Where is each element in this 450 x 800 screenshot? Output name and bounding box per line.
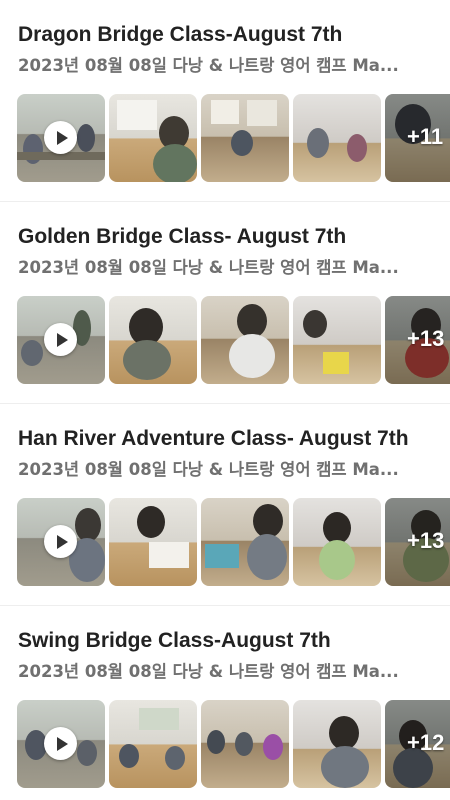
photo-thumbnail[interactable] bbox=[109, 700, 197, 788]
more-photos-count: +13 bbox=[407, 528, 445, 553]
photo bbox=[109, 700, 197, 788]
photo bbox=[201, 94, 289, 182]
photo bbox=[109, 498, 197, 586]
photo-strip: +13 bbox=[17, 498, 450, 587]
photo-thumbnail[interactable] bbox=[201, 498, 289, 586]
play-icon[interactable] bbox=[44, 121, 77, 154]
photo-thumbnail[interactable] bbox=[109, 498, 197, 586]
photo-strip: +13 bbox=[17, 296, 450, 385]
play-icon[interactable] bbox=[44, 525, 77, 558]
play-icon[interactable] bbox=[44, 727, 77, 760]
album-post[interactable]: Swing Bridge Class-August 7th 2023년 08월 … bbox=[0, 606, 450, 800]
post-subtitle: 2023년 08월 08일 다낭 & 나트랑 영어 캠프 Ma... bbox=[18, 258, 399, 277]
photo bbox=[201, 498, 289, 586]
photo-thumbnail[interactable] bbox=[293, 296, 381, 384]
video-thumbnail[interactable] bbox=[17, 94, 105, 182]
more-photos-thumbnail[interactable]: +13 bbox=[385, 296, 450, 384]
album-post[interactable]: Han River Adventure Class- August 7th 20… bbox=[0, 404, 450, 606]
post-title[interactable]: Han River Adventure Class- August 7th bbox=[18, 426, 438, 452]
photo bbox=[293, 296, 381, 384]
album-post[interactable]: Dragon Bridge Class-August 7th 2023년 08월… bbox=[0, 0, 450, 202]
photo-strip: +11 bbox=[17, 94, 450, 183]
photo bbox=[109, 94, 197, 182]
album-feed: Dragon Bridge Class-August 7th 2023년 08월… bbox=[0, 0, 450, 800]
album-post[interactable]: Golden Bridge Class- August 7th 2023년 08… bbox=[0, 202, 450, 404]
photo bbox=[293, 700, 381, 788]
post-subtitle: 2023년 08월 08일 다낭 & 나트랑 영어 캠프 Ma... bbox=[18, 56, 399, 75]
photo bbox=[201, 700, 289, 788]
photo bbox=[293, 94, 381, 182]
photo bbox=[201, 296, 289, 384]
photo-thumbnail[interactable] bbox=[201, 296, 289, 384]
photo-strip: +12 bbox=[17, 700, 450, 789]
post-title[interactable]: Swing Bridge Class-August 7th bbox=[18, 628, 438, 654]
photo bbox=[109, 296, 197, 384]
post-subtitle: 2023년 08월 08일 다낭 & 나트랑 영어 캠프 Ma... bbox=[18, 662, 399, 681]
more-photos-thumbnail[interactable]: +11 bbox=[385, 94, 450, 182]
more-photos-count: +11 bbox=[407, 124, 444, 149]
post-subtitle: 2023년 08월 08일 다낭 & 나트랑 영어 캠프 Ma... bbox=[18, 460, 399, 479]
photo-thumbnail[interactable] bbox=[293, 700, 381, 788]
play-icon[interactable] bbox=[44, 323, 77, 356]
post-title[interactable]: Dragon Bridge Class-August 7th bbox=[18, 22, 438, 48]
video-thumbnail[interactable] bbox=[17, 498, 105, 586]
more-photos-thumbnail[interactable]: +13 bbox=[385, 498, 450, 586]
more-photos-thumbnail[interactable]: +12 bbox=[385, 700, 450, 788]
photo bbox=[293, 498, 381, 586]
video-thumbnail[interactable] bbox=[17, 296, 105, 384]
video-thumbnail[interactable] bbox=[17, 700, 105, 788]
photo-thumbnail[interactable] bbox=[293, 498, 381, 586]
photo-thumbnail[interactable] bbox=[201, 94, 289, 182]
more-photos-count: +12 bbox=[407, 730, 445, 755]
photo-thumbnail[interactable] bbox=[201, 700, 289, 788]
more-photos-count: +13 bbox=[407, 326, 445, 351]
photo-thumbnail[interactable] bbox=[109, 296, 197, 384]
post-title[interactable]: Golden Bridge Class- August 7th bbox=[18, 224, 438, 250]
photo-thumbnail[interactable] bbox=[109, 94, 197, 182]
photo-thumbnail[interactable] bbox=[293, 94, 381, 182]
